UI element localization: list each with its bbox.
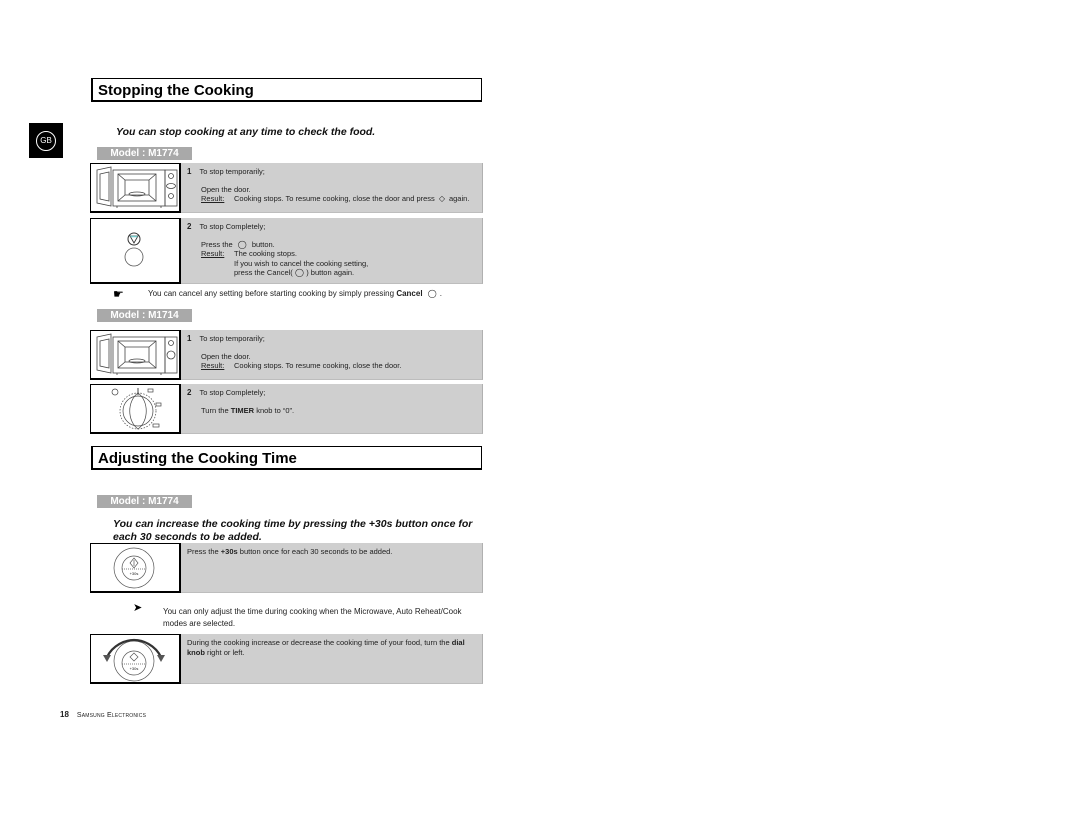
stop-cancel-button-illustration (90, 218, 181, 284)
result-label: Result: (201, 249, 225, 258)
step-action-post: knob to “0”. (256, 405, 295, 415)
language-badge-label: GB (36, 130, 56, 151)
adjust-step1-row: +30s Press the +30s button once for each… (90, 543, 483, 593)
cancel-note-tail: . (439, 289, 442, 298)
step-action-pre: Turn the (201, 405, 229, 415)
step-heading: To stop temporarily; (199, 167, 265, 176)
page-footer: 18 Samsung Electronics (60, 710, 146, 719)
result-text: Cooking stops. To resume cooking, close … (234, 194, 435, 203)
adjust-step2-row: +30s During the cooking increase or decr… (90, 634, 483, 684)
timer-dial-icon (111, 388, 162, 430)
result-line3-pre: press the Cancel( (234, 268, 293, 277)
arrow-pointer-icon: ➤ (133, 602, 143, 614)
microwave-icon (96, 333, 178, 375)
result-text: Cooking stops. To resume cooking, close … (234, 361, 402, 370)
stop-cancel-icon: ◯ (237, 239, 247, 249)
adjust-step1-post: button once for each 30 seconds to be ad… (239, 547, 393, 556)
page-number: 18 (60, 710, 69, 719)
brand-name: Samsung Electronics (76, 712, 147, 719)
section-title-adjusting: Adjusting the Cooking Time (91, 446, 482, 470)
step-heading: To stop Completely; (199, 222, 266, 231)
adjust-step2-post: right or left. (207, 648, 245, 657)
dial-knob-illustration: +30s (90, 634, 181, 684)
result-text: The cooking stops. (234, 249, 297, 258)
stopping-intro: You can stop cooking at any time to chec… (116, 126, 376, 138)
m1774-step1-row: 1 To stop temporarily; Open the door. Re… (90, 163, 483, 213)
cancel-note: You can cancel any setting before starti… (148, 289, 442, 298)
stop-cancel-icon: ◯ (427, 289, 437, 298)
step-action-pre: Press the (201, 239, 233, 249)
adjusting-intro: You can increase the cooking time by pre… (113, 518, 473, 543)
m1774-step1-panel: 1 To stop temporarily; Open the door. Re… (181, 163, 483, 213)
result-line2: If you wish to cancel the cooking settin… (234, 258, 369, 268)
m1714-step2-row: 2 To stop Completely; Turn the TIMER kno… (90, 384, 483, 434)
plus30s-button-icon: +30s (113, 547, 155, 589)
microwave-open-door-illustration (90, 330, 181, 380)
adjust-step1-pre: Press the (187, 547, 219, 556)
cancel-note-text: You can cancel any setting before starti… (148, 289, 395, 298)
result-line3-post: ) button again. (306, 268, 355, 277)
step-heading: To stop Completely; (199, 388, 266, 397)
microwave-open-door-illustration (90, 163, 181, 213)
plus30s-caption: +30s (130, 666, 139, 671)
start-button-icon: ◇ (438, 194, 445, 203)
adjust-step2-pre: During the cooking increase or decrease … (187, 638, 450, 647)
plus30s-caption: +30s (130, 571, 139, 576)
step-number: 1 (187, 334, 192, 343)
step-action: Open the door. (201, 184, 251, 194)
step-heading: To stop temporarily; (199, 334, 265, 343)
step-number: 1 (187, 167, 192, 176)
step-number: 2 (187, 388, 192, 397)
timer-knob-illustration (90, 384, 181, 434)
model-tag-m1774-adjust: Model : M1774 (97, 495, 192, 508)
adjust-step1-panel: Press the +30s button once for each 30 s… (181, 543, 483, 593)
model-tag-m1714: Model : M1714 (97, 309, 192, 322)
adjust-note: You can only adjust the time during cook… (163, 607, 462, 628)
step-number: 2 (187, 222, 192, 231)
dial-knob-icon: +30s (103, 638, 165, 682)
stop-button-icon (124, 232, 144, 267)
model-tag-m1774: Model : M1774 (97, 147, 192, 160)
step-action: Open the door. (201, 351, 251, 361)
section-title-stopping: Stopping the Cooking (91, 78, 482, 102)
plus30s-button-illustration: +30s (90, 543, 181, 593)
result-label: Result: (201, 194, 225, 203)
m1714-step1-panel: 1 To stop temporarily; Open the door. Re… (181, 330, 483, 380)
stop-cancel-icon: ◯ (292, 268, 307, 277)
m1774-step2-row: 2 To stop Completely; Press the ◯ button… (90, 218, 483, 284)
language-badge: GB (29, 123, 63, 158)
result-tail: again. (448, 194, 470, 203)
cancel-note-bold: Cancel (396, 289, 423, 298)
microwave-icon (96, 166, 178, 208)
m1774-step2-panel: 2 To stop Completely; Press the ◯ button… (181, 218, 483, 284)
pointing-hand-icon: ☛ (113, 287, 124, 301)
step-action-bold: TIMER (230, 405, 255, 415)
m1714-step1-row: 1 To stop temporarily; Open the door. Re… (90, 330, 483, 380)
adjust-step1-bold: +30s (220, 547, 238, 556)
adjust-step2-panel: During the cooking increase or decrease … (181, 634, 483, 684)
m1714-step2-panel: 2 To stop Completely; Turn the TIMER kno… (181, 384, 483, 434)
step-action-post: button. (251, 239, 275, 249)
result-label: Result: (201, 361, 225, 370)
